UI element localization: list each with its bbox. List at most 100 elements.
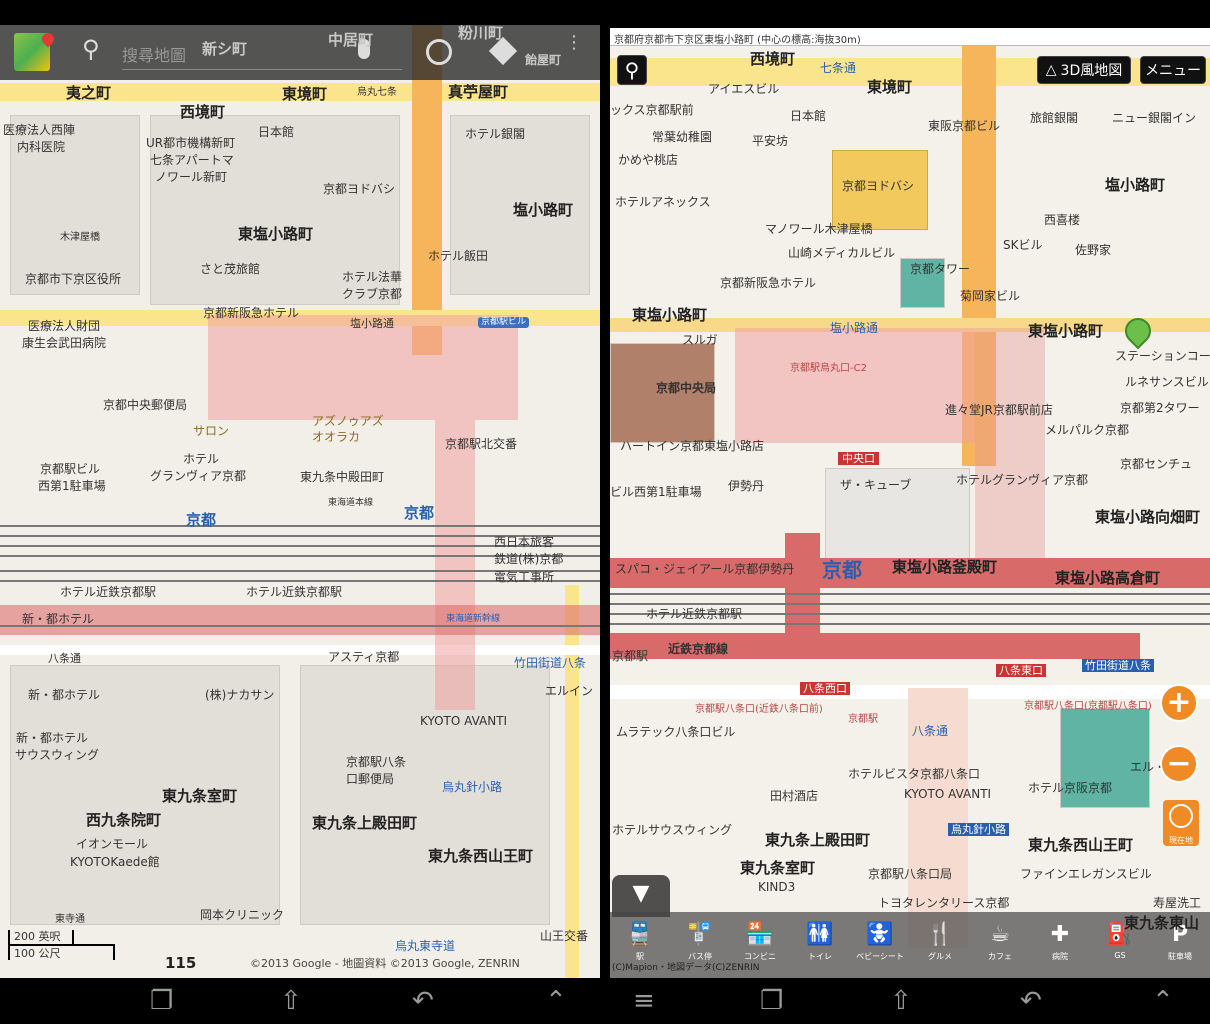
map-label: 京都タワー [910,262,971,276]
back-icon[interactable]: ↶ [412,988,434,1014]
recent-apps-icon[interactable]: ❐ [150,988,173,1014]
baby-seat-icon: 🚼 [866,922,894,947]
map-label: 塩小路町 [1105,176,1166,194]
poi-bus-button[interactable]: 🚏 バス停 [675,922,725,962]
map-label: ックス京都駅前 [610,103,694,117]
current-location-button[interactable]: 現在地 [1163,800,1199,846]
my-location-icon[interactable] [426,39,452,65]
map-label: 東塩小路町 [238,225,314,243]
search-icon[interactable]: ⚲ [82,35,100,63]
3d-map-button[interactable]: △ 3D風地図 [1037,56,1131,84]
poi-label: バス停 [688,952,712,961]
map-label: 西喜楼 [1044,213,1081,227]
map-label: 塩小路通 [350,317,394,330]
map-label: 伊勢丹 [728,479,765,493]
map-label: ハートイン京都東塩小路店 [620,439,765,453]
zoom-in-button[interactable]: + [1160,684,1198,722]
map-label: 常葉幼稚園 [652,130,713,144]
crosshair-icon [1169,804,1193,828]
search-button[interactable]: ⚲ [617,55,647,85]
map-label: アズノゥアズ [312,414,384,428]
map-label: 山王交番 [540,929,589,943]
map-label: メルパルク京都 [1045,423,1130,437]
map-label: 京都駅 [612,649,649,663]
toolbar-toggle-button[interactable]: ▼ [612,875,670,917]
map-label: KYOTO AVANTI [904,787,992,801]
map-label: 西第1駐車場 [38,479,106,493]
poi-label: 病院 [1052,952,1068,961]
back-icon[interactable]: ↶ [1020,988,1042,1014]
poi-baby-seat-button[interactable]: 🚼 ベビーシート [855,922,905,962]
map-label: SKビル [1003,238,1043,252]
poi-gourmet-button[interactable]: 🍴 グルメ [915,922,965,962]
google-maps-logo[interactable] [14,30,57,71]
map-label: マノワール木津屋橋 [765,222,873,236]
up-chevron-icon[interactable]: ⌃ [545,988,567,1014]
map-label: KYOTO AVANTI [420,714,508,728]
plus-icon: + [1166,685,1192,720]
map-label: 東九条西山王町 [1028,836,1134,854]
mapion-map-view[interactable]: 京都府京都市下京区東塩小路町 (中心の標高:海抜30m) 西境町 七条通 東境町… [610,28,1210,978]
map-label: 京都駅ビル [40,462,101,476]
map-label: アスティ京都 [328,650,400,664]
rail-line [610,603,1210,605]
station-plaza [735,328,975,443]
map-label: オオラカ [312,430,361,444]
poi-toilet-button[interactable]: 🚻 トイレ [795,922,845,962]
home-icon[interactable]: ⇧ [280,988,302,1014]
poi-label: トイレ [808,952,832,961]
map-label: 鉄道(株)京都 [494,552,564,566]
map-label: 塩小路町 [513,201,574,219]
map-label: 七条アパートマ [150,153,234,167]
map-label: 新・都ホテル [22,612,95,626]
map-label: 進々堂JR京都駅前店 [945,403,1053,417]
current-location-label: 現在地 [1169,836,1193,845]
map-label: 旅館銀閣 [1030,111,1079,125]
map-label: 東塩小路釜殿町 [892,558,998,576]
map-label: 烏丸七条 [357,87,397,98]
map-label: ムラテック八条口ビル [616,725,736,739]
map-label: 東九条室町 [740,859,816,877]
hospital-icon: ✚ [1050,922,1070,947]
poi-station-button[interactable]: 🚆 駅 [615,922,665,962]
map-label: 八条通 [48,652,81,665]
map-label: ザ・キューブ [840,478,912,492]
poi-hospital-button[interactable]: ✚ 病院 [1035,922,1085,962]
map-label: 西日本旅客 [494,535,555,549]
map-label: 東海道本線 [328,498,374,508]
map-label: 東寺通 [55,914,85,925]
train-icon: 🚆 [626,922,654,947]
map-label: 京都駅八条 [346,755,407,769]
menu-button[interactable]: メニュー [1140,56,1206,84]
scale-feet: 200 英呎 [14,930,61,943]
poi-label: GS [1114,951,1126,960]
toilet-icon: 🚻 [806,922,834,947]
menu-icon[interactable]: ≡ [633,988,655,1014]
scale-bar: 200 英呎 100 公尺 [8,930,115,960]
map-label: ホテルアネックス [615,195,711,209]
restaurant-icon: 🍴 [926,922,954,947]
map-label: ノワール新町 [155,170,228,184]
map-label: 東塩小路高倉町 [1055,569,1161,587]
poi-cafe-button[interactable]: ☕ カフェ [975,922,1025,962]
map-label: 内科医院 [17,140,66,154]
map-label: 塩小路通 [830,321,879,335]
map-label: さと茂旅館 [200,262,261,276]
up-chevron-icon[interactable]: ⌃ [1152,988,1174,1014]
map-label: 木津屋橋 [60,232,100,243]
convenience-store-icon: 🏪 [746,922,774,947]
map-label: 西境町 [750,50,796,68]
recent-apps-icon[interactable]: ❐ [760,988,783,1014]
poi-convenience-button[interactable]: 🏪 コンビニ [735,922,785,962]
map-label: 京都駅八条口(京都駅八条口) [1024,701,1152,712]
rail-line [0,525,600,527]
overflow-menu-icon[interactable]: ⋮ [565,34,583,52]
zoom-out-button[interactable]: − [1160,745,1198,783]
map-label: UR都市機構新町 [146,136,236,150]
map-label: 東塩小路町 [1028,322,1104,340]
map-label: 東境町 [282,85,328,103]
map-label: ホテル近鉄京都駅 [246,585,343,599]
home-icon[interactable]: ⇧ [890,988,912,1014]
station-area [208,315,518,420]
google-map-view[interactable]: 夷之町 西境町 東境町 烏丸七条 真苧屋町 医療法人西陣 内科医院 UR都市機構… [0,25,600,978]
